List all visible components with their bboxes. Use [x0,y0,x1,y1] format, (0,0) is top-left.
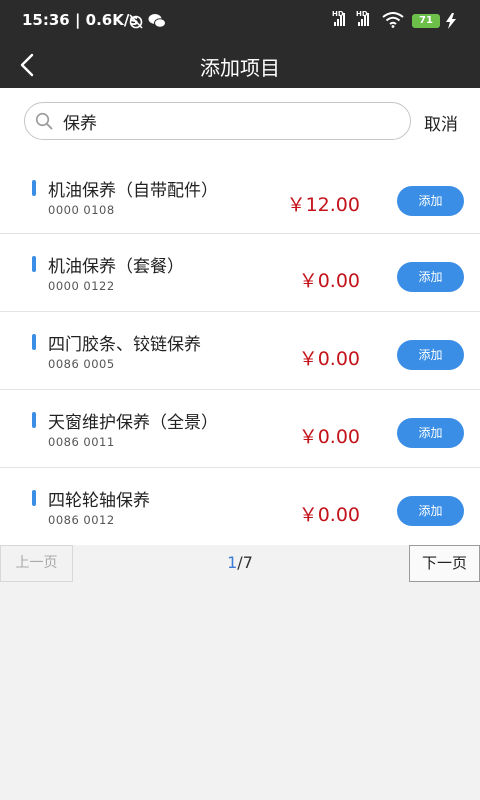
total-pages: /7 [237,553,253,572]
add-button[interactable]: 添加 [397,186,464,216]
search-box[interactable] [24,102,411,140]
item-code: 0000 0122 [48,279,115,293]
item-code: 0086 0012 [48,513,115,527]
signal-icon [334,12,345,26]
add-button[interactable]: 添加 [397,262,464,292]
search-bar: 取消 [0,88,480,158]
list-item: 机油保养（套餐） 0000 0122 ￥0.00 添加 [0,234,480,312]
page-title: 添加项目 [200,56,280,80]
add-button[interactable]: 添加 [397,418,464,448]
battery-icon: 71 [412,14,440,28]
item-list: 机油保养（自带配件） 0000 0108 ￥12.00 添加 机油保养（套餐） … [0,158,480,546]
status-time-speed: 15:36 | 0.6K/s [22,11,139,29]
page-indicator: 1/7 [0,553,480,572]
item-price: ￥0.00 [298,270,360,292]
item-accent-bar [32,412,36,428]
item-accent-bar [32,490,36,506]
item-price: ￥12.00 [286,194,360,216]
alarm-off-icon [129,14,143,29]
item-accent-bar [32,334,36,350]
wifi-icon [382,12,404,28]
list-item: 四轮轮轴保养 0086 0012 ￥0.00 添加 [0,468,480,546]
current-page: 1 [227,553,238,572]
list-item: 四门胶条、铰链保养 0086 0005 ￥0.00 添加 [0,312,480,390]
add-button[interactable]: 添加 [397,496,464,526]
item-price: ￥0.00 [298,348,360,370]
item-name: 机油保养（自带配件） [48,181,218,201]
cancel-button[interactable]: 取消 [424,110,458,135]
search-icon [35,112,53,130]
list-item: 天窗维护保养（全景） 0086 0011 ￥0.00 添加 [0,390,480,468]
title-bar: 添加项目 [0,42,480,88]
next-page-button[interactable]: 下一页 [409,545,480,582]
add-button[interactable]: 添加 [397,340,464,370]
item-name: 四门胶条、铰链保养 [48,335,201,355]
search-input[interactable] [63,109,393,133]
item-name: 四轮轮轴保养 [48,491,150,511]
item-code: 0086 0011 [48,435,115,449]
item-accent-bar [32,180,36,196]
list-item: 机油保养（自带配件） 0000 0108 ￥12.00 添加 [0,158,480,234]
item-accent-bar [32,256,36,272]
item-name: 机油保养（套餐） [48,257,184,277]
item-price: ￥0.00 [298,504,360,526]
status-bar: 15:36 | 0.6K/s HD HD 71 [0,0,480,42]
signal-icon-2 [358,12,369,26]
item-name: 天窗维护保养（全景） [48,413,218,433]
charging-icon [446,13,456,29]
wechat-icon [148,14,166,28]
item-code: 0086 0005 [48,357,115,371]
pagination: 上一页 1/7 下一页 [0,545,480,583]
item-code: 0000 0108 [48,203,115,217]
item-price: ￥0.00 [298,426,360,448]
